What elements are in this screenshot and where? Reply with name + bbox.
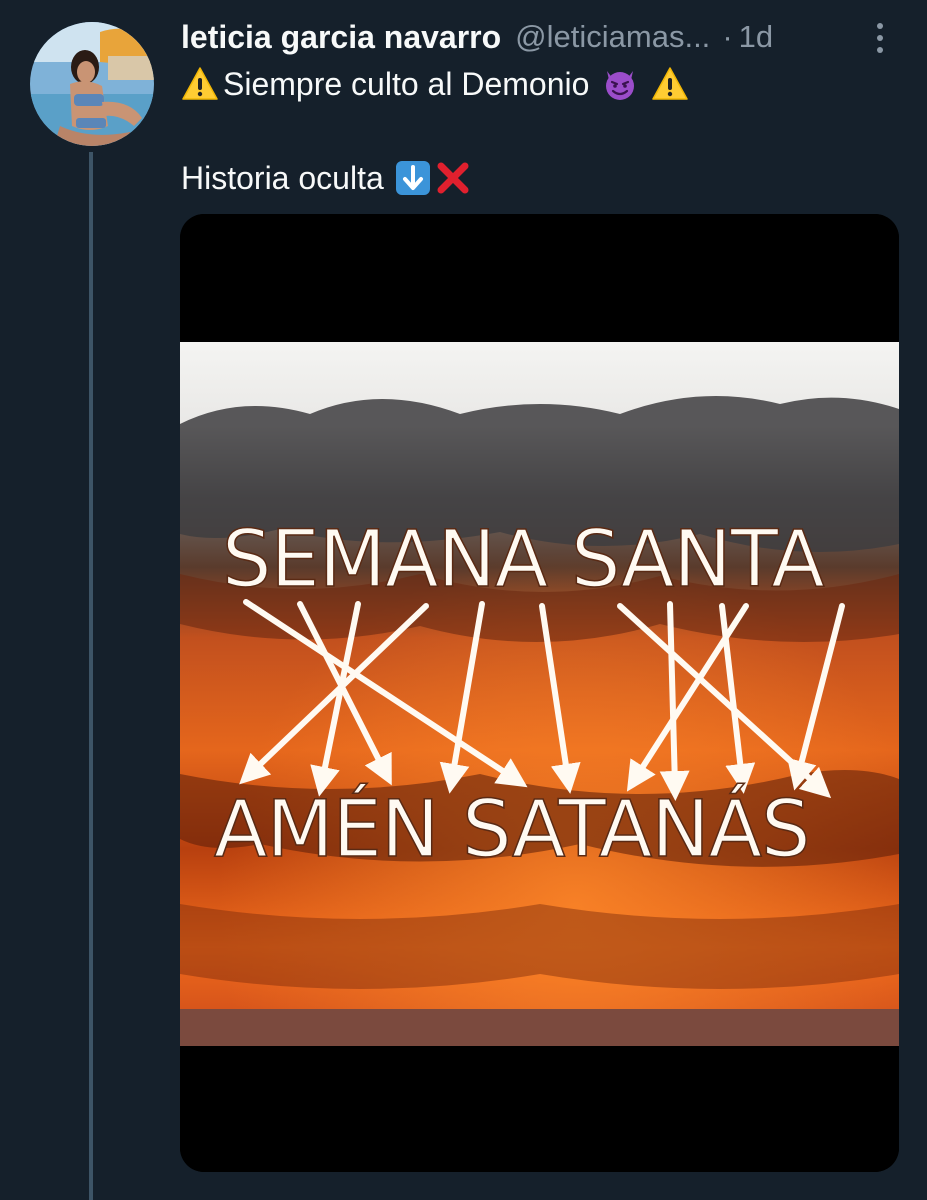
- meme-top-text: SEMANA SANTA: [222, 515, 824, 605]
- cross-mark-icon: [434, 159, 472, 197]
- display-name[interactable]: leticia garcia navarro: [181, 19, 501, 56]
- warning-icon: [651, 65, 689, 103]
- tweet-text-line-2: Historia oculta: [181, 156, 472, 200]
- meme-image: SEMANA SANTA AMÉN SATANÁS: [180, 214, 899, 1172]
- meme-background: [180, 342, 899, 1046]
- meme-bottom-text: AMÉN SATANÁS: [214, 783, 810, 875]
- thread-line: [89, 152, 93, 1200]
- down-arrow-icon: [394, 159, 432, 197]
- warning-icon: [181, 65, 219, 103]
- user-handle[interactable]: @leticiamas...: [515, 19, 710, 55]
- tweet-image[interactable]: SEMANA SANTA AMÉN SATANÁS: [180, 214, 899, 1172]
- tweet-text-2: Historia oculta: [181, 159, 384, 196]
- more-icon[interactable]: [867, 16, 893, 60]
- tweet-text-1: Siempre culto al Demonio: [223, 65, 590, 102]
- separator-dot: ·: [722, 19, 733, 54]
- tweet-text-line-1: Siempre culto al Demonio: [181, 62, 689, 106]
- avatar-photo: [30, 22, 154, 146]
- tweet-header: leticia garcia navarro @leticiamas... · …: [181, 14, 897, 60]
- avatar[interactable]: [30, 22, 154, 146]
- devil-face-icon: [601, 65, 639, 103]
- timestamp[interactable]: 1d: [739, 19, 773, 55]
